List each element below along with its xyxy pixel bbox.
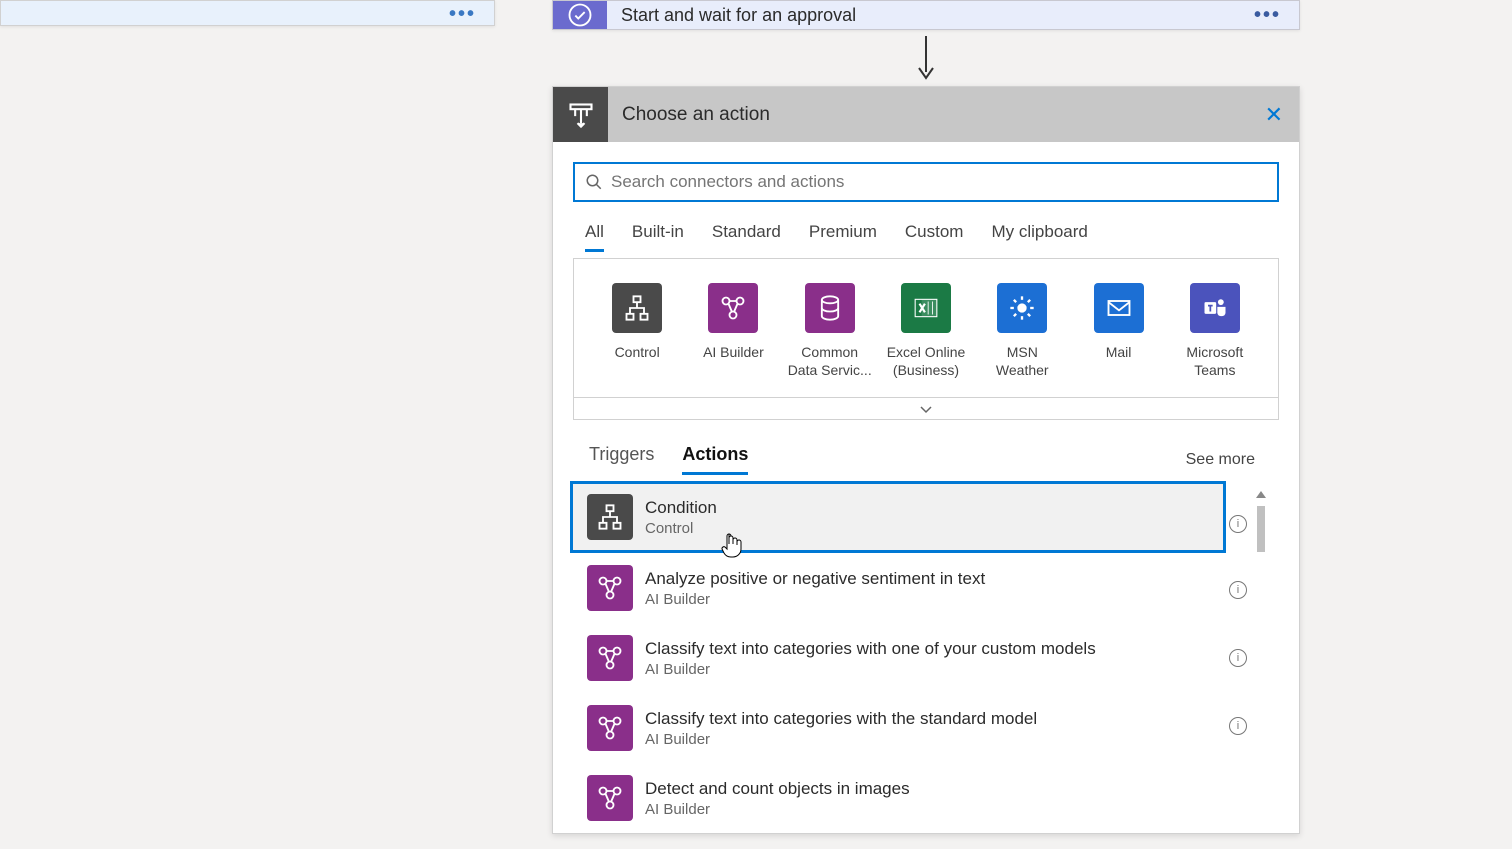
action-subtitle: AI Builder: [645, 801, 910, 818]
action-subtitle: AI Builder: [645, 591, 985, 608]
action-title: Detect and count objects in images: [645, 779, 910, 799]
panel-title: Choose an action: [608, 104, 770, 126]
expand-connectors-button[interactable]: [573, 398, 1279, 420]
ai-icon: [587, 635, 633, 681]
excel-icon: [901, 283, 951, 333]
connector-control[interactable]: Control: [594, 283, 680, 379]
search-input[interactable]: [611, 172, 1267, 192]
approval-icon: [553, 1, 607, 29]
action-analyze-positive-or-negative-s[interactable]: Analyze positive or negative sentiment i…: [573, 553, 1223, 623]
connector-mail[interactable]: Mail: [1075, 283, 1161, 379]
category-tab-my-clipboard[interactable]: My clipboard: [991, 222, 1087, 252]
choose-action-icon: [553, 87, 608, 142]
teams-icon: [1190, 283, 1240, 333]
scrollbar[interactable]: [1255, 491, 1267, 771]
subtab-row: Triggers Actions See more: [573, 444, 1279, 475]
chevron-down-icon: [919, 404, 933, 414]
action-condition[interactable]: Condition Control: [570, 481, 1226, 553]
action-detect-and-count-objects-in-im[interactable]: Detect and count objects in images AI Bui…: [573, 763, 1223, 833]
category-tab-built-in[interactable]: Built-in: [632, 222, 684, 252]
connector-grid-box: Control AI Builder Common Data Servic... Ex…: [573, 258, 1279, 398]
control-icon: [612, 283, 662, 333]
ai-icon: [587, 705, 633, 751]
action-subtitle: AI Builder: [645, 661, 1096, 678]
close-icon[interactable]: ✕: [1265, 102, 1283, 128]
db-icon: [805, 283, 855, 333]
action-title: Classify text into categories with one o…: [645, 639, 1096, 659]
action-classify-text-into-categories-[interactable]: Classify text into categories with the s…: [573, 693, 1223, 763]
connector-label: Control: [615, 343, 660, 361]
sun-icon: [997, 283, 1047, 333]
ai-icon: [708, 283, 758, 333]
action-classify-text-into-categories-[interactable]: Classify text into categories with one o…: [573, 623, 1223, 693]
action-title: Condition: [645, 498, 717, 518]
connector-microsoft[interactable]: Microsoft Teams: [1172, 283, 1258, 379]
ai-icon: [587, 775, 633, 821]
scroll-thumb[interactable]: [1257, 506, 1265, 552]
connector-label: Mail: [1106, 343, 1132, 361]
subtab-triggers[interactable]: Triggers: [589, 444, 654, 475]
subtab-actions[interactable]: Actions: [682, 444, 748, 475]
ai-icon: [587, 565, 633, 611]
more-icon[interactable]: •••: [449, 3, 476, 26]
action-title: Classify text into categories with the s…: [645, 709, 1037, 729]
connector-msn[interactable]: MSN Weather: [979, 283, 1065, 379]
category-tab-all[interactable]: All: [585, 222, 604, 252]
panel-header: Choose an action ✕: [553, 87, 1299, 142]
connector-excel-online[interactable]: Excel Online (Business): [883, 283, 969, 379]
step-title: Start and wait for an approval: [607, 5, 856, 26]
category-tabs: All Built-in Standard Premium Custom My clipb…: [573, 222, 1279, 252]
connector-label: MSN Weather: [996, 343, 1049, 379]
action-list-wrap: Condition Control Analyze positive or nega…: [573, 481, 1279, 833]
action-title: Analyze positive or negative sentiment i…: [645, 569, 985, 589]
category-tab-custom[interactable]: Custom: [905, 222, 964, 252]
search-icon: [585, 173, 603, 191]
control-icon: [587, 494, 633, 540]
flow-designer-column: Start and wait for an approval ••• Choos…: [552, 0, 1300, 834]
scroll-up-icon[interactable]: [1256, 491, 1266, 498]
see-more-link[interactable]: See more: [1186, 451, 1255, 469]
connector-label: Excel Online (Business): [887, 343, 966, 379]
previous-step-card-fragment: •••: [0, 0, 495, 26]
connector-common[interactable]: Common Data Servic...: [787, 283, 873, 379]
connector-label: Microsoft Teams: [1186, 343, 1243, 379]
connector-ai-builder[interactable]: AI Builder: [690, 283, 776, 379]
action-subtitle: AI Builder: [645, 731, 1037, 748]
mail-icon: [1094, 283, 1144, 333]
connector-label: AI Builder: [703, 343, 764, 361]
more-icon[interactable]: •••: [1254, 4, 1281, 27]
connector-label: Common Data Servic...: [788, 343, 872, 379]
flow-arrow: [552, 30, 1300, 86]
category-tab-premium[interactable]: Premium: [809, 222, 877, 252]
category-tab-standard[interactable]: Standard: [712, 222, 781, 252]
search-box[interactable]: [573, 162, 1279, 202]
action-subtitle: Control: [645, 520, 717, 537]
approval-step-card[interactable]: Start and wait for an approval •••: [552, 0, 1300, 30]
choose-action-panel: Choose an action ✕ All Built-in Standard Pr…: [552, 86, 1300, 834]
